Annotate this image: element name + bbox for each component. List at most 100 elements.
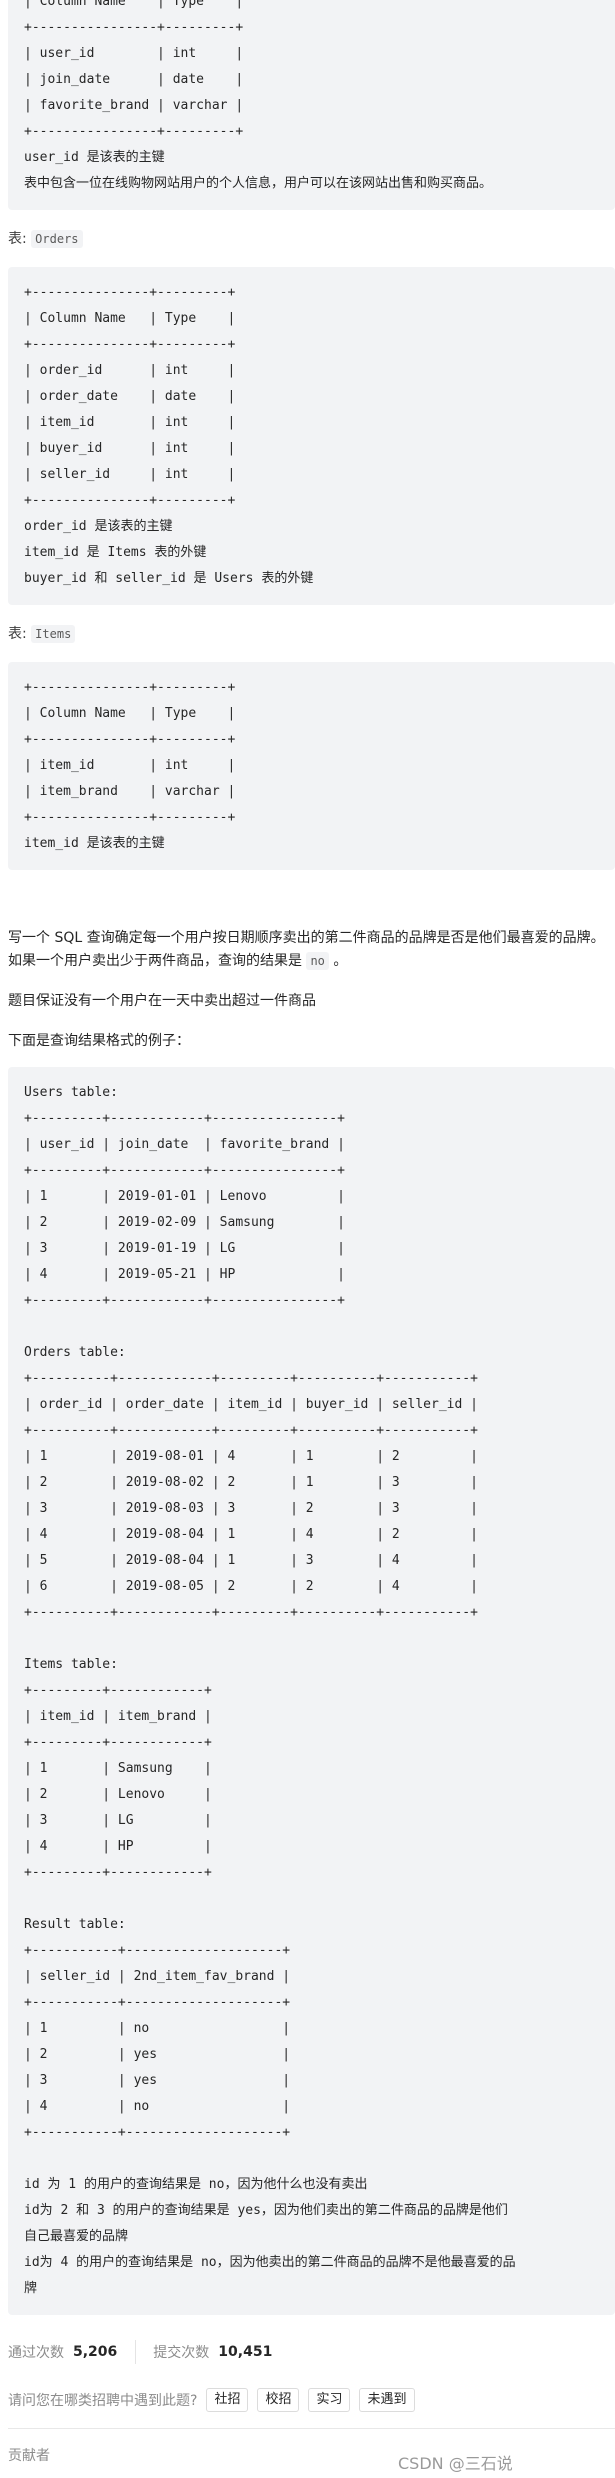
code-line: | Column Name | Type | xyxy=(24,706,236,721)
example-line: Result table: xyxy=(24,1917,126,1932)
example-line: | 6 | 2019-08-05 | 2 | 2 | 4 | xyxy=(24,1579,478,1594)
survey-question: 请问您在哪类招聘中遇到此题? xyxy=(8,2393,198,2409)
example-line: | 4 | no | xyxy=(24,2099,291,2114)
example-line: +---------+------------+ xyxy=(24,1735,212,1750)
code-line: +---------------+---------+ xyxy=(24,337,236,352)
example-line: | 1 | 2019-08-01 | 4 | 1 | 2 | xyxy=(24,1449,478,1464)
example-line: +----------+------------+---------+-----… xyxy=(24,1423,478,1438)
example-line: +----------+------------+---------+-----… xyxy=(24,1371,478,1386)
example-line: | 1 | 2019-01-01 | Lenovo | xyxy=(24,1189,345,1204)
example-intro: 下面是查询结果格式的例子： xyxy=(8,1033,190,1049)
code-line: 表中包含一位在线购物网站用户的个人信息，用户可以在该网站出售和购买商品。 xyxy=(24,176,493,191)
example-line: | 1 | Samsung | xyxy=(24,1761,212,1776)
example-line: | 4 | 2019-05-21 | HP | xyxy=(24,1267,345,1282)
code-line: | item_id | int | xyxy=(24,758,236,773)
accepted-label: 通过次数 xyxy=(8,2345,64,2361)
explanation-line: id为 2 和 3 的用户的查询结果是 yes，因为他们卖出的第二件商品的品牌是… xyxy=(24,2203,508,2244)
code-line: +---------------+---------+ xyxy=(24,680,236,695)
code-line: item_id 是 Items 表的外键 xyxy=(24,545,207,560)
code-line: +---------------+---------+ xyxy=(24,810,236,825)
survey-option-social[interactable]: 社招 xyxy=(206,2388,249,2412)
code-line: | order_id | int | xyxy=(24,363,236,378)
contributors-heading: 贡献者 xyxy=(8,2448,50,2464)
example-line xyxy=(24,1626,599,1652)
example-line: +---------+------------+ xyxy=(24,1683,212,1698)
example-line xyxy=(24,2146,599,2172)
example-line: | user_id | join_date | favorite_brand | xyxy=(24,1137,345,1152)
section-divider xyxy=(8,2428,615,2429)
example-line: | 4 | 2019-08-04 | 1 | 4 | 2 | xyxy=(24,1527,478,1542)
code-line: order_id 是该表的主键 xyxy=(24,519,173,534)
example-block: Users table: +---------+------------+----… xyxy=(8,1067,615,2315)
example-line: | 4 | HP | xyxy=(24,1839,212,1854)
example-line: | 3 | 2019-08-03 | 3 | 2 | 3 | xyxy=(24,1501,478,1516)
code-line: | Column Name | Type | xyxy=(24,311,236,326)
table-name-code: Items xyxy=(31,625,76,643)
accepted-value: 5,206 xyxy=(73,2344,118,2360)
code-line: | Column Name | Type | xyxy=(24,0,244,9)
example-line: +-----------+--------------------+ xyxy=(24,1943,291,1958)
example-line: +---------+------------+----------------… xyxy=(24,1163,345,1178)
code-line: +---------------+---------+ xyxy=(24,493,236,508)
interview-survey: 请问您在哪类招聘中遇到此题? 社招 校招 实习 未遇到 xyxy=(8,2388,415,2412)
problem-description: 写一个 SQL 查询确定每一个用户按日期顺序卖出的第二件商品的品牌是否是他们最喜… xyxy=(8,927,615,973)
example-line: | item_id | item_brand | xyxy=(24,1709,212,1724)
survey-option-campus[interactable]: 校招 xyxy=(257,2388,300,2412)
example-line: Items table: xyxy=(24,1657,118,1672)
users-schema-block: +----------------+---------+ | Column Nam… xyxy=(8,0,615,210)
code-line: buyer_id 和 seller_id 是 Users 表的外键 xyxy=(24,571,314,586)
example-line: +-----------+--------------------+ xyxy=(24,2125,291,2140)
code-line: +---------------+---------+ xyxy=(24,732,236,747)
example-line: +----------+------------+---------+-----… xyxy=(24,1605,478,1620)
problem-content: +----------------+---------+ | Column Nam… xyxy=(8,0,615,2315)
example-line: | 3 | LG | xyxy=(24,1813,212,1828)
submission-stats: 通过次数 5,206 提交次数 10,451 xyxy=(8,2340,272,2364)
items-schema-block: +---------------+---------+ | Column Name… xyxy=(8,662,615,870)
explanation-line: id 为 1 的用户的查询结果是 no，因为他什么也没有卖出 xyxy=(24,2177,368,2192)
csdn-watermark: CSDN @三石说 xyxy=(398,2454,513,2473)
orders-table-label: 表: Orders xyxy=(8,227,615,251)
code-line: | buyer_id | int | xyxy=(24,441,236,456)
guarantee-note: 题目保证没有一个用户在一天中卖出超过一件商品 xyxy=(8,993,316,1009)
code-line: item_id 是该表的主键 xyxy=(24,836,165,851)
example-line: | 3 | yes | xyxy=(24,2073,291,2088)
example-line: Orders table: xyxy=(24,1345,126,1360)
example-line: | seller_id | 2nd_item_fav_brand | xyxy=(24,1969,291,1984)
submitted-label: 提交次数 xyxy=(153,2345,210,2361)
submitted-value: 10,451 xyxy=(218,2344,273,2360)
code-line: +---------------+---------+ xyxy=(24,285,236,300)
no-code: no xyxy=(306,952,329,970)
orders-schema-block: +---------------+---------+ | Column Name… xyxy=(8,267,615,605)
example-line xyxy=(24,1314,599,1340)
example-line: Users table: xyxy=(24,1085,118,1100)
code-line: +----------------+---------+ xyxy=(24,20,244,35)
example-line: | 5 | 2019-08-04 | 1 | 3 | 4 | xyxy=(24,1553,478,1568)
example-line: | 2 | 2019-08-02 | 2 | 1 | 3 | xyxy=(24,1475,478,1490)
example-line: | order_id | order_date | item_id | buye… xyxy=(24,1397,478,1412)
code-line: +----------------+---------+ xyxy=(24,124,244,139)
stats-divider xyxy=(135,2340,137,2364)
example-line: +---------+------------+ xyxy=(24,1865,212,1880)
example-line: +-----------+--------------------+ xyxy=(24,1995,291,2010)
survey-option-none[interactable]: 未遇到 xyxy=(359,2388,415,2412)
example-line: | 3 | 2019-01-19 | LG | xyxy=(24,1241,345,1256)
code-line: | seller_id | int | xyxy=(24,467,236,482)
label-prefix: 表: xyxy=(8,231,32,247)
code-line: | order_date | date | xyxy=(24,389,236,404)
code-line: user_id 是该表的主键 xyxy=(24,150,165,165)
items-table-label: 表: Items xyxy=(8,622,615,646)
example-line: +---------+------------+----------------… xyxy=(24,1293,345,1308)
explanation-line: id为 4 的用户的查询结果是 no，因为他卖出的第二件商品的品牌不是他最喜爱的… xyxy=(24,2255,516,2296)
example-line: | 1 | no | xyxy=(24,2021,291,2036)
code-line: | favorite_brand | varchar | xyxy=(24,98,244,113)
example-line: +---------+------------+----------------… xyxy=(24,1111,345,1126)
code-line: | join_date | date | xyxy=(24,72,244,87)
code-line: | user_id | int | xyxy=(24,46,244,61)
code-line: | item_brand | varchar | xyxy=(24,784,236,799)
description-end: 。 xyxy=(328,953,348,969)
example-line: | 2 | yes | xyxy=(24,2047,291,2062)
example-line: | 2 | Lenovo | xyxy=(24,1787,212,1802)
survey-option-intern[interactable]: 实习 xyxy=(308,2388,351,2412)
example-line xyxy=(24,1886,599,1912)
label-prefix: 表: xyxy=(8,626,32,642)
